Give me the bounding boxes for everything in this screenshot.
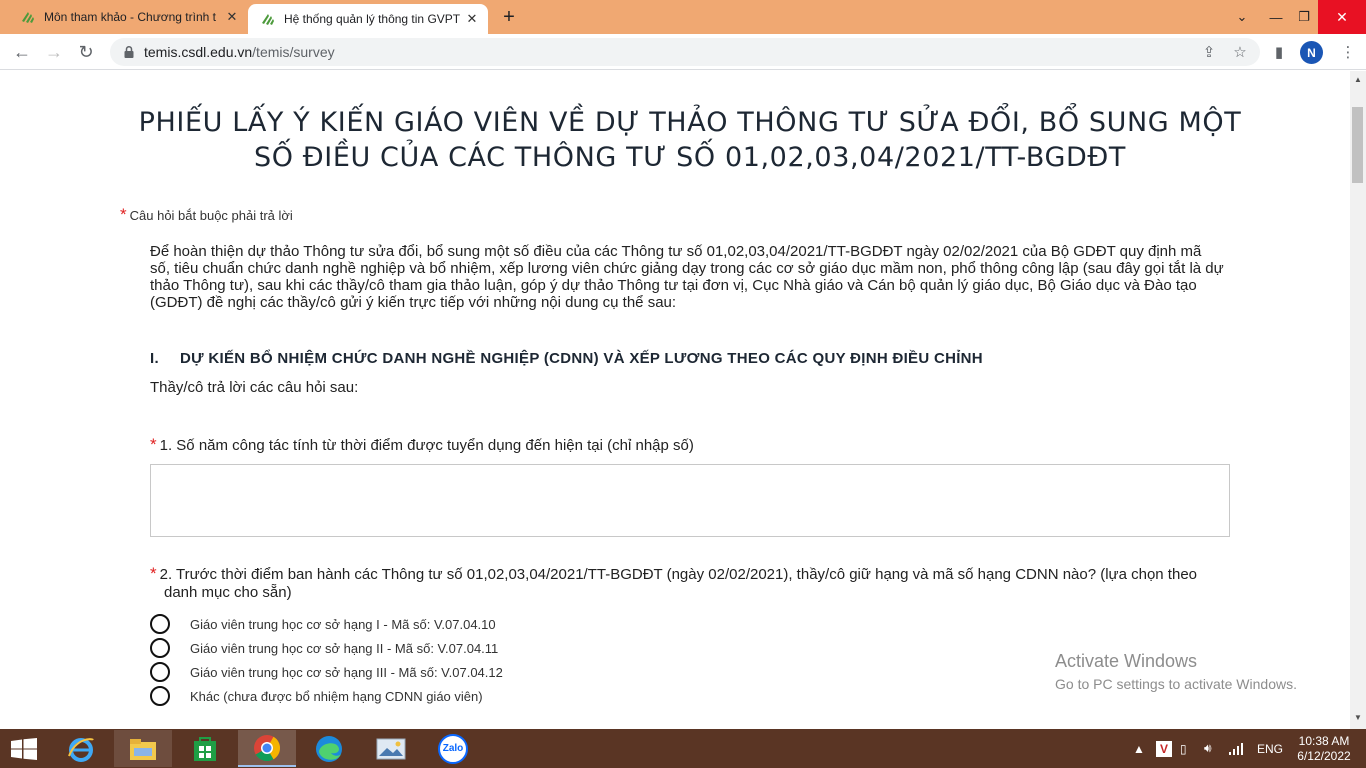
page-title: PHIẾU LẤY Ý KIẾN GIÁO VIÊN VỀ DỰ THẢO TH… (100, 105, 1280, 175)
section-number: I. (150, 350, 159, 367)
radio-button[interactable] (150, 662, 170, 682)
option-hang-2[interactable]: Giáo viên trung học cơ sở hạng II - Mã s… (150, 636, 503, 660)
tab-title: Môn tham khảo - Chương trình t (44, 10, 216, 24)
section-heading: I. DỰ KIẾN BỔ NHIỆM CHỨC DANH NGHỀ NGHIỆP… (150, 350, 983, 367)
address-bar[interactable]: temis.csdl.edu.vn/temis/survey (110, 38, 1260, 66)
file-explorer-icon[interactable] (114, 730, 172, 767)
volume-icon[interactable]: 🔊︎ (1204, 729, 1212, 768)
radio-button[interactable] (150, 638, 170, 658)
page-title-line-1: PHIẾU LẤY Ý KIẾN GIÁO VIÊN VỀ DỰ THẢO TH… (138, 107, 1242, 138)
edge-icon[interactable] (300, 730, 358, 767)
option-label: Khác (chưa được bổ nhiệm hạng CDNN giáo … (190, 688, 483, 704)
photos-icon[interactable] (362, 730, 420, 767)
chrome-icon[interactable] (238, 730, 296, 767)
question-2-options: Giáo viên trung học cơ sở hạng I - Mã số… (150, 612, 503, 708)
required-note: * Câu hỏi bắt buộc phải trả lời (120, 205, 293, 225)
required-star: * (150, 564, 157, 583)
question-1-text: 1. Số năm công tác tính từ thời điểm đượ… (159, 437, 694, 454)
survey-page: PHIẾU LẤY Ý KIẾN GIÁO VIÊN VỀ DỰ THẢO TH… (0, 71, 1350, 729)
activate-windows-watermark: Activate Windows Go to PC settings to ac… (1055, 651, 1297, 692)
zalo-icon[interactable]: Zalo (424, 730, 482, 767)
ie-icon[interactable] (52, 730, 110, 767)
section-title: DỰ KIẾN BỔ NHIỆM CHỨC DANH NGHỀ NGHIỆP (… (180, 350, 983, 367)
show-hidden-icons-icon[interactable]: ▲ (1133, 729, 1145, 768)
radio-button[interactable] (150, 614, 170, 634)
browser-toolbar: ← → ↻ temis.csdl.edu.vn/temis/survey ⇪ ☆… (0, 34, 1366, 70)
vietkey-icon[interactable]: V (1156, 729, 1172, 768)
option-label: Giáo viên trung học cơ sở hạng III - Mã … (190, 664, 503, 680)
question-2-text: 2. Trước thời điểm ban hành các Thông tư… (159, 566, 1197, 601)
question-1-label: * 1. Số năm công tác tính từ thời điểm đư… (150, 435, 694, 455)
watermark-subtitle: Go to PC settings to activate Windows. (1055, 676, 1297, 692)
tab-he-thong-quan-ly[interactable]: Hệ thống quản lý thông tin GVPT ✕ (248, 4, 488, 34)
restore-icon[interactable]: ❐ (1292, 0, 1316, 34)
lock-icon (124, 45, 134, 58)
question-2-label: * 2. Trước thời điểm ban hành các Thông t… (150, 565, 1230, 602)
windows-start-icon[interactable] (10, 738, 38, 760)
clock-date: 6/12/2022 (1297, 749, 1351, 763)
radio-button[interactable] (150, 686, 170, 706)
watermark-title: Activate Windows (1055, 651, 1198, 671)
option-khac[interactable]: Khác (chưa được bổ nhiệm hạng CDNN giáo … (150, 684, 503, 708)
url-path: /temis/survey (252, 44, 335, 60)
url-host: temis.csdl.edu.vn (144, 44, 253, 60)
required-note-text: Câu hỏi bắt buộc phải trả lời (129, 208, 293, 223)
zalo-logo: Zalo (438, 733, 468, 764)
scroll-up-icon[interactable]: ▲ (1354, 75, 1362, 84)
back-arrow-icon[interactable]: ← (10, 40, 34, 64)
input-language[interactable]: ENG (1257, 729, 1283, 768)
reload-icon[interactable]: ↻ (74, 40, 98, 64)
profile-avatar[interactable]: N (1300, 41, 1323, 64)
option-hang-3[interactable]: Giáo viên trung học cơ sở hạng III - Mã … (150, 660, 503, 684)
browser-tab-strip: Môn tham khảo - Chương trình t ✕ Hệ thốn… (0, 0, 1366, 34)
option-hang-1[interactable]: Giáo viên trung học cơ sở hạng I - Mã số… (150, 612, 503, 636)
required-star: * (120, 205, 127, 224)
windows-taskbar: Zalo ▲ V ▯ 🔊︎ ENG 10:38 AM 6/12/2022 (0, 729, 1366, 768)
minimize-icon[interactable]: — (1264, 0, 1288, 34)
close-tab-icon[interactable]: ✕ (464, 11, 480, 27)
network-device-icon[interactable]: ▯ (1180, 729, 1187, 768)
tab-mon-tham-khao[interactable]: Môn tham khảo - Chương trình t ✕ (8, 0, 248, 34)
close-tab-icon[interactable]: ✕ (224, 9, 240, 25)
tab-title: Hệ thống quản lý thông tin GVPT (284, 12, 461, 26)
option-label: Giáo viên trung học cơ sở hạng I - Mã số… (190, 616, 496, 632)
store-icon[interactable] (176, 730, 234, 767)
section-prompt: Thầy/cô trả lời các câu hỏi sau: (150, 379, 359, 396)
option-label: Giáo viên trung học cơ sở hạng II - Mã s… (190, 640, 499, 656)
intro-paragraph: Để hoàn thiện dự thảo Thông tư sửa đổi, … (150, 243, 1224, 311)
page-scrollbar[interactable]: ▲ ▼ (1350, 71, 1366, 729)
question-1-input[interactable] (150, 464, 1230, 537)
taskbar-clock[interactable]: 10:38 AM 6/12/2022 (1292, 734, 1356, 764)
required-star: * (150, 435, 157, 454)
forward-arrow-icon[interactable]: → (42, 40, 66, 64)
site-favicon-icon (262, 14, 274, 25)
close-window-icon[interactable]: ✕ (1318, 0, 1366, 34)
share-icon[interactable]: ⇪ (1197, 40, 1221, 64)
new-tab-button[interactable]: + (498, 7, 520, 29)
scroll-down-icon[interactable]: ▼ (1354, 713, 1362, 722)
scrollbar-thumb[interactable] (1352, 107, 1363, 183)
site-favicon-icon (22, 12, 34, 23)
menu-kebab-icon[interactable]: ⋮ (1336, 40, 1360, 64)
tab-search-chevron-icon[interactable]: ⌄ (1230, 0, 1254, 34)
clock-time: 10:38 AM (1298, 734, 1350, 748)
bookmark-star-icon[interactable]: ☆ (1228, 40, 1252, 64)
page-title-line-2: SỐ ĐIỀU CỦA CÁC THÔNG TƯ SỐ 01,02,03,04/… (253, 142, 1127, 173)
signal-icon[interactable] (1228, 729, 1244, 768)
side-panel-icon[interactable]: ▮ (1267, 40, 1291, 64)
